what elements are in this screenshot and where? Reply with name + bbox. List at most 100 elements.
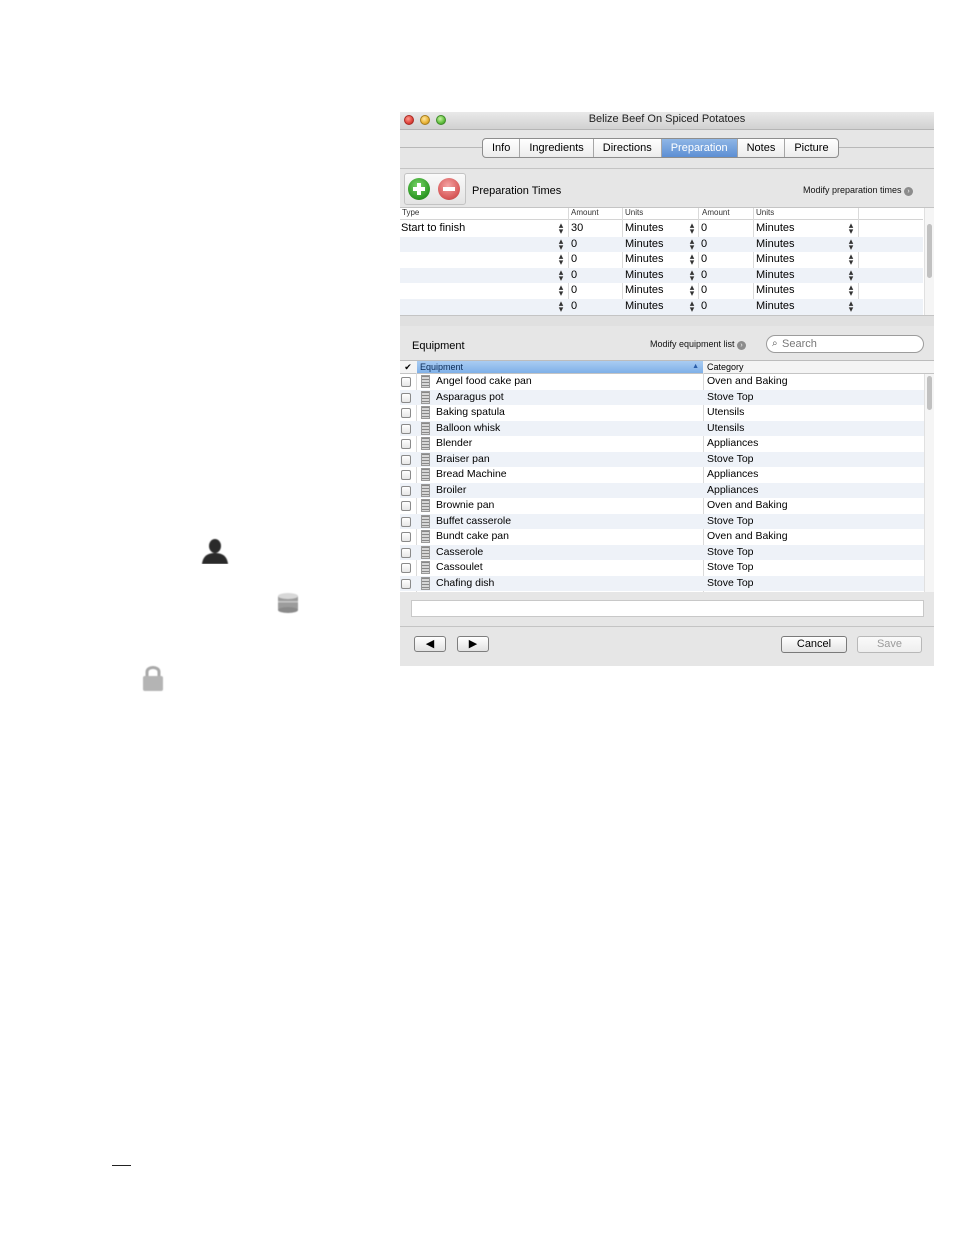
prep-units-2[interactable]: Minutes — [756, 222, 795, 234]
prep-amount-2[interactable]: 0 — [701, 300, 707, 312]
cancel-button[interactable]: Cancel — [781, 636, 847, 653]
tab-preparation[interactable]: Preparation — [661, 139, 738, 157]
stepper-icon[interactable]: ▴ ▾ — [558, 283, 564, 298]
stepper-icon[interactable]: ▴ ▾ — [689, 299, 695, 314]
title-bar[interactable]: Belize Beef On Spiced Potatoes — [400, 112, 934, 130]
prep-units[interactable]: Minutes — [625, 238, 664, 250]
tab-notes[interactable]: Notes — [738, 139, 786, 157]
stepper-icon[interactable]: ▴ ▾ — [848, 299, 854, 314]
stepper-icon[interactable]: ▴ ▾ — [689, 283, 695, 298]
prep-row[interactable]: ▴ ▾ 0 Minutes ▴ ▾ 0 Minutes ▴ ▾ — [400, 283, 923, 299]
equipment-row[interactable]: Baking spatula Utensils — [400, 405, 924, 421]
equipment-row[interactable]: Chafing dish Stove Top — [400, 575, 924, 591]
prep-amount-2[interactable]: 0 — [701, 253, 707, 265]
checkmark-column-header[interactable]: ✔ — [400, 361, 416, 373]
prep-row[interactable]: ▴ ▾ 0 Minutes ▴ ▾ 0 Minutes ▴ ▾ — [400, 267, 923, 284]
equipment-checkbox[interactable] — [401, 377, 411, 387]
prep-amount[interactable]: 0 — [571, 284, 577, 296]
prep-amount-2[interactable]: 0 — [701, 269, 707, 281]
text-field[interactable] — [411, 600, 924, 617]
equipment-scrollbar[interactable] — [924, 374, 934, 592]
search-field[interactable]: ⌕ — [766, 335, 924, 353]
stepper-icon[interactable]: ▴ ▾ — [558, 221, 564, 236]
stepper-icon[interactable]: ▴ ▾ — [689, 267, 695, 282]
column-header-equipment[interactable]: Equipment ▲ — [417, 361, 703, 373]
prep-amount[interactable]: 30 — [571, 222, 583, 234]
equipment-row[interactable]: Buffet casserole Stove Top — [400, 513, 924, 529]
stepper-icon[interactable]: ▴ ▾ — [848, 283, 854, 298]
prep-amount-2[interactable]: 0 — [701, 284, 707, 296]
stepper-icon[interactable]: ▴ ▾ — [848, 236, 854, 251]
equipment-checkbox[interactable] — [401, 439, 411, 449]
next-button[interactable]: ▶ — [457, 636, 489, 652]
equipment-checkbox[interactable] — [401, 392, 411, 403]
equipment-row[interactable]: Braiser pan Stove Top — [400, 451, 924, 467]
stepper-icon[interactable]: ▴ ▾ — [689, 252, 695, 267]
equipment-row[interactable]: Cassoulet Stove Top — [400, 560, 924, 576]
prep-amount[interactable]: 0 — [571, 238, 577, 250]
save-button[interactable]: Save — [857, 636, 922, 653]
prep-units-2[interactable]: Minutes — [756, 238, 795, 250]
prep-amount[interactable]: 0 — [571, 253, 577, 265]
modify-equipment-list-link[interactable]: Modify equipment list › — [650, 339, 747, 350]
equipment-row[interactable]: Brownie pan Oven and Baking — [400, 498, 924, 514]
prep-type[interactable]: Start to finish — [401, 222, 465, 234]
previous-button[interactable]: ◀ — [414, 636, 446, 652]
equipment-row[interactable]: Broiler Appliances — [400, 482, 924, 498]
equipment-row[interactable]: Asparagus pot Stove Top — [400, 389, 924, 405]
equipment-scrollbar-thumb[interactable] — [927, 376, 932, 410]
equipment-row[interactable]: Angel food cake pan Oven and Baking — [400, 374, 924, 390]
equipment-checkbox[interactable] — [401, 485, 411, 496]
prep-units-2[interactable]: Minutes — [756, 300, 795, 312]
equipment-checkbox[interactable] — [401, 547, 411, 558]
modify-preparation-times-link[interactable]: Modify preparation times › — [803, 185, 914, 196]
equipment-row[interactable]: Bundt cake pan Oven and Baking — [400, 529, 924, 545]
equipment-row[interactable]: Bread Machine Appliances — [400, 467, 924, 483]
stepper-icon[interactable]: ▴ ▾ — [558, 299, 564, 314]
remove-button[interactable] — [438, 178, 460, 200]
prep-amount-2[interactable]: 0 — [701, 222, 707, 234]
stepper-icon[interactable]: ▴ ▾ — [558, 236, 564, 251]
prep-amount[interactable]: 0 — [571, 269, 577, 281]
prep-scrollbar[interactable] — [924, 208, 934, 316]
prep-amount-2[interactable]: 0 — [701, 238, 707, 250]
prep-units[interactable]: Minutes — [625, 222, 664, 234]
equipment-checkbox[interactable] — [401, 532, 411, 542]
add-button[interactable] — [408, 178, 430, 200]
equipment-checkbox[interactable] — [401, 563, 411, 573]
stepper-icon[interactable]: ▴ ▾ — [848, 267, 854, 282]
column-header-category[interactable]: Category — [704, 361, 744, 373]
prep-row[interactable]: Start to finish ▴ ▾ 30 Minutes ▴ ▾ 0 Minut… — [400, 221, 923, 237]
equipment-checkbox[interactable] — [401, 516, 411, 527]
prep-amount[interactable]: 0 — [571, 300, 577, 312]
tab-info[interactable]: Info — [483, 139, 521, 157]
prep-row[interactable]: ▴ ▾ 0 Minutes ▴ ▾ 0 Minutes ▴ ▾ — [400, 252, 923, 268]
tab-ingredients[interactable]: Ingredients — [520, 139, 594, 157]
prep-units-2[interactable]: Minutes — [756, 269, 795, 281]
stepper-icon[interactable]: ▴ ▾ — [689, 236, 695, 251]
equipment-checkbox[interactable] — [401, 423, 411, 434]
prep-row[interactable]: ▴ ▾ 0 Minutes ▴ ▾ 0 Minutes ▴ ▾ — [400, 236, 923, 253]
search-input[interactable] — [782, 337, 918, 351]
prep-units[interactable]: Minutes — [625, 269, 664, 281]
tab-directions[interactable]: Directions — [594, 139, 662, 157]
prep-units[interactable]: Minutes — [625, 253, 664, 265]
equipment-checkbox[interactable] — [401, 501, 411, 511]
prep-units[interactable]: Minutes — [625, 300, 664, 312]
prep-units[interactable]: Minutes — [625, 284, 664, 296]
stepper-icon[interactable]: ▴ ▾ — [558, 267, 564, 282]
stepper-icon[interactable]: ▴ ▾ — [558, 252, 564, 267]
equipment-row[interactable]: Blender Appliances — [400, 436, 924, 452]
prep-units-2[interactable]: Minutes — [756, 253, 795, 265]
equipment-checkbox[interactable] — [401, 578, 411, 589]
equipment-row[interactable]: Casserole Stove Top — [400, 544, 924, 560]
prep-scrollbar-thumb[interactable] — [927, 224, 932, 278]
stepper-icon[interactable]: ▴ ▾ — [689, 221, 695, 236]
stepper-icon[interactable]: ▴ ▾ — [848, 221, 854, 236]
equipment-row[interactable]: Balloon whisk Utensils — [400, 420, 924, 436]
equipment-checkbox[interactable] — [401, 454, 411, 465]
equipment-checkbox[interactable] — [401, 408, 411, 418]
prep-units-2[interactable]: Minutes — [756, 284, 795, 296]
prep-row[interactable]: ▴ ▾ 0 Minutes ▴ ▾ 0 Minutes ▴ ▾ — [400, 299, 923, 315]
stepper-icon[interactable]: ▴ ▾ — [848, 252, 854, 267]
